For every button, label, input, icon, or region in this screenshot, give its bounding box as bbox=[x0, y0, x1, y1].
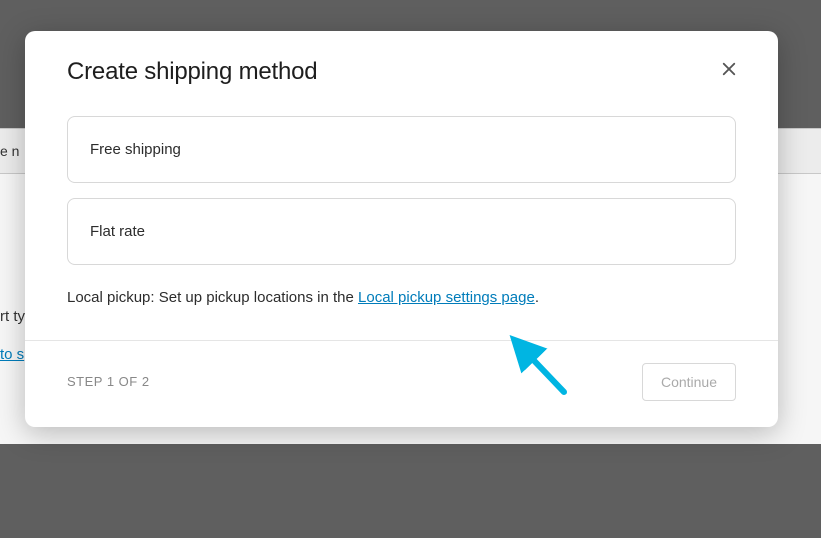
close-icon bbox=[720, 60, 738, 81]
background-link-fragment: to s bbox=[0, 346, 24, 363]
hint-prefix: Local pickup: Set up pickup locations in… bbox=[67, 289, 358, 306]
modal-title: Create shipping method bbox=[67, 58, 317, 86]
create-shipping-method-modal: Create shipping method Free shipping Fla… bbox=[25, 31, 778, 427]
modal-header: Create shipping method bbox=[25, 31, 778, 86]
option-label: Free shipping bbox=[90, 141, 181, 158]
hint-suffix: . bbox=[535, 289, 539, 306]
modal-footer: STEP 1 OF 2 Continue bbox=[25, 340, 778, 427]
close-button[interactable] bbox=[716, 56, 742, 85]
continue-button[interactable]: Continue bbox=[642, 363, 736, 401]
step-indicator: STEP 1 OF 2 bbox=[67, 374, 150, 389]
modal-body: Free shipping Flat rate Local pickup: Se… bbox=[25, 86, 778, 340]
option-flat-rate[interactable]: Flat rate bbox=[67, 198, 736, 265]
option-label: Flat rate bbox=[90, 223, 145, 240]
local-pickup-hint: Local pickup: Set up pickup locations in… bbox=[67, 287, 736, 310]
background-text: e n bbox=[0, 143, 19, 159]
background-text: rt ty bbox=[0, 308, 25, 325]
local-pickup-settings-link[interactable]: Local pickup settings page bbox=[358, 289, 535, 306]
option-free-shipping[interactable]: Free shipping bbox=[67, 116, 736, 183]
